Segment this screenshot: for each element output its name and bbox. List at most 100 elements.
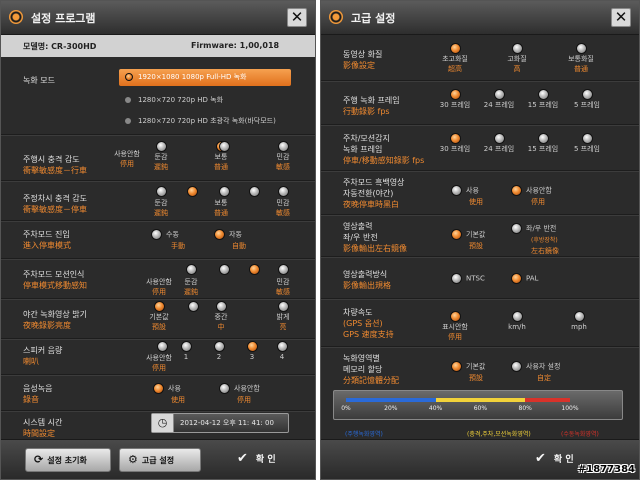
park-motion-option-low[interactable]: 둔감 遲鈍 <box>163 277 219 297</box>
radio-icon[interactable] <box>156 186 167 197</box>
label-ko: 차량속도 <box>343 308 373 317</box>
night-bw-option-off[interactable]: 사용안함 停用 <box>511 185 552 208</box>
speed-option-mph[interactable]: mph <box>551 311 607 332</box>
system-time-field[interactable]: ◷ 2012-04-12 오후 11: 41: 00 <box>151 413 289 433</box>
park-enter-row: 주차모드 진입 進入停車模式 수동 手動 자동 自動 <box>1 221 315 259</box>
speaker-option-3[interactable]: 3 <box>237 341 267 362</box>
option-label-cn: 使用 <box>469 197 483 206</box>
mirror-option-default[interactable]: 기본값 預設 <box>451 229 485 252</box>
advanced-settings-button[interactable]: ⚙ 고급 설정 <box>119 448 201 472</box>
radio-icon <box>125 118 131 124</box>
rec-mode-option-720p[interactable]: 1280×720 720p HD 녹화 <box>125 95 223 105</box>
video-quality-label: 동영상 화질 影像設定 <box>343 49 382 71</box>
radio-selected-icon <box>449 89 461 100</box>
night-bright-option-bright[interactable]: 밝게 亮 <box>255 301 311 332</box>
drive-fps-option-5[interactable]: 5 프레임 <box>559 89 615 110</box>
button-label: 확 인 <box>255 455 276 465</box>
drive-shock-option-low[interactable]: 둔감 遲鈍 <box>133 141 189 172</box>
label-ko: 영상출력방식 <box>343 270 388 279</box>
close-button[interactable]: ✕ <box>287 8 307 27</box>
option-label-cn: 自定 <box>537 373 551 382</box>
clock-icon[interactable]: ◷ <box>152 414 174 432</box>
option-label-cn: 中 <box>217 323 225 331</box>
option-label: 사용안함 <box>526 186 552 195</box>
option-label: 2 <box>216 353 222 361</box>
output-std-row: 영상출력방식 影像輸出規格 NTSC PAL <box>321 257 639 299</box>
radio-selected-icon[interactable] <box>249 264 260 275</box>
radio-icon[interactable] <box>219 264 230 275</box>
option-label-cn: 遲鈍 <box>154 163 168 171</box>
speed-option-off[interactable]: 표시안함 停用 <box>427 311 483 342</box>
park-fps-option-5[interactable]: 5 프레임 <box>559 133 615 154</box>
option-label-cn: 自動 <box>232 241 246 250</box>
output-std-option-pal[interactable]: PAL <box>511 273 538 285</box>
radio-icon[interactable] <box>157 341 168 352</box>
park-motion-label: 주차모드 모션인식 停車模式移動感知 <box>23 269 87 291</box>
radio-icon[interactable] <box>219 186 230 197</box>
drive-shock-row: 주행시 충격 감도 衝擊敏感度－行車 사용안함 停用 둔감 遲鈍 보통 普通 민감 敏感 <box>1 141 315 181</box>
button-label: 고급 설정 <box>141 456 175 465</box>
option-label-cn: 停用 <box>237 395 251 404</box>
reset-settings-button[interactable]: ⟳ 설정 초기화 <box>25 448 111 472</box>
radio-selected-icon <box>214 229 225 240</box>
radio-icon <box>180 341 192 352</box>
radio-selected-icon <box>125 73 133 81</box>
video-quality-option-high[interactable]: 고화질 高 <box>489 43 545 74</box>
speaker-option-1[interactable]: 1 <box>171 341 201 362</box>
park-shock-option-high[interactable]: 민감 敏感 <box>255 198 311 218</box>
speaker-option-2[interactable]: 2 <box>204 341 234 362</box>
model-label: 모델명: CR-300HD <box>23 42 97 51</box>
audio-rec-option-off[interactable]: 사용안함 停用 <box>219 383 260 406</box>
rec-mode-option-720p-wide[interactable]: 1280×720 720p HD 초광각 녹화(바닥모드) <box>125 116 276 126</box>
radio-icon[interactable] <box>278 264 289 275</box>
speed-option-kmh[interactable]: km/h <box>489 311 545 332</box>
option-label: 기본값 <box>149 313 169 321</box>
video-quality-option-normal[interactable]: 보통화질 普通 <box>553 43 609 74</box>
option-label: 둔감 <box>184 278 198 286</box>
mem-alloc-option-default[interactable]: 기본값 預設 <box>451 361 485 384</box>
confirm-button[interactable]: ✔ 확 인 <box>535 448 574 472</box>
label-cn: 行動錄影 fps <box>343 107 390 116</box>
night-bw-option-on[interactable]: 사용 使用 <box>451 185 483 208</box>
option-label-cn: 遲鈍 <box>154 209 168 217</box>
audio-rec-option-on[interactable]: 사용 使用 <box>153 383 185 406</box>
option-label: 민감 <box>276 278 290 286</box>
rec-mode-option-label: 1280×720 720p HD 초광각 녹화(바닥모드) <box>138 117 276 125</box>
mem-alloc-option-custom[interactable]: 사용자 설정 自定 <box>511 361 560 384</box>
drive-shock-option-high[interactable]: 민감 敏感 <box>255 141 311 172</box>
mirror-option-flip[interactable]: 좌/우 반전 (후방장착) 左右鏡像 <box>511 223 559 257</box>
memory-allocation-bar[interactable]: 0% 20% 40% 60% 80% 100% <box>333 390 623 420</box>
radio-icon[interactable] <box>249 186 260 197</box>
close-button[interactable]: ✕ <box>611 8 631 27</box>
video-quality-option-ultra[interactable]: 초고화질 超高 <box>427 43 483 74</box>
speed-row: 차량속도 (GPS 옵션) GPS 速度支持 표시안함 停用 km/h mph <box>321 299 639 347</box>
night-bright-option-mid[interactable]: 중간 中 <box>193 301 249 332</box>
option-label-cn: 高 <box>513 65 521 73</box>
option-label: 사용자 설정 <box>526 362 561 371</box>
refresh-icon: ⟳ <box>34 453 44 466</box>
park-motion-option-high[interactable]: 민감 敏感 <box>255 277 311 297</box>
confirm-button[interactable]: ✔ 확 인 <box>237 448 276 472</box>
option-label: 자동 <box>229 230 242 239</box>
output-std-option-ntsc[interactable]: NTSC <box>451 273 485 285</box>
label-cn: 影像輸出規格 <box>343 281 391 290</box>
radio-selected-icon[interactable] <box>187 186 198 197</box>
label-ko: 녹화영역별 <box>343 354 380 363</box>
device-info-bar: 모델명: CR-300HD Firmware: 1,00,018 <box>1 35 315 57</box>
drive-shock-label: 주행시 충격 감도 衝擊敏感度－行車 <box>23 154 87 176</box>
option-label: 표시안함 <box>442 323 468 331</box>
night-bright-option-default[interactable]: 기본값 預設 <box>131 301 187 332</box>
park-shock-option-low[interactable]: 둔감 遲鈍 <box>133 198 189 218</box>
radio-selected-icon <box>153 383 164 394</box>
park-enter-option-manual[interactable]: 수동 手動 <box>151 229 185 252</box>
radio-icon[interactable] <box>278 186 289 197</box>
park-enter-option-auto[interactable]: 자동 自動 <box>214 229 246 252</box>
radio-selected-icon <box>511 185 522 196</box>
rec-mode-option-1080p[interactable]: 1920×1080 1080p Full-HD 녹화 <box>119 69 291 86</box>
option-label: 보통화질 <box>568 55 594 63</box>
radio-icon[interactable] <box>186 264 197 275</box>
park-shock-option-normal[interactable]: 보통 普通 <box>193 198 249 218</box>
check-icon: ✔ <box>535 451 546 466</box>
radio-icon[interactable] <box>219 141 230 152</box>
speaker-option-4[interactable]: 4 <box>267 341 297 362</box>
